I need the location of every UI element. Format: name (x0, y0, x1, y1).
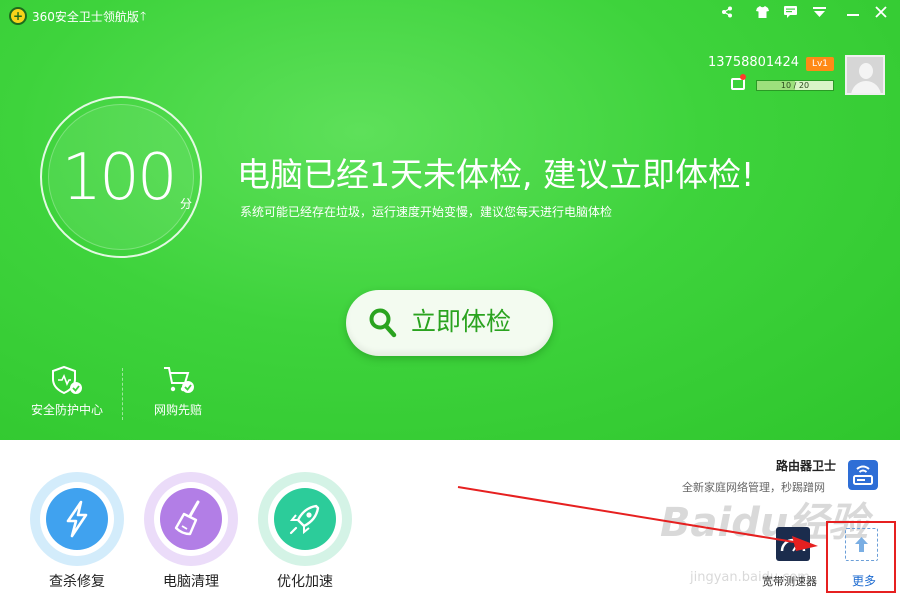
more-button[interactable] (845, 528, 878, 561)
upgrade-arrow-icon[interactable]: 🡑 (140, 7, 146, 28)
router-guard-title[interactable]: 路由器卫士 (776, 457, 836, 474)
headline: 电脑已经1天未体检, 建议立即体检! (237, 155, 755, 194)
pc-cleanup-tool[interactable] (144, 472, 238, 566)
speed-up-tool[interactable] (258, 472, 352, 566)
speed-up-label: 优化加速 (277, 574, 333, 590)
score-unit: 分 (180, 197, 193, 211)
shortcut-divider (122, 368, 123, 420)
share-icon[interactable] (716, 4, 738, 24)
rocket-icon (289, 504, 320, 535)
upload-arrow-icon (855, 537, 868, 552)
avatar[interactable] (845, 55, 885, 95)
pc-cleanup-label: 电脑清理 (163, 574, 219, 590)
title-bar: + 360安全卫士领航版 🡑 (0, 0, 900, 30)
pc-cleanup-core (160, 488, 222, 550)
avatar-head (859, 63, 873, 79)
notification-dot (740, 74, 746, 80)
cart-check-icon (164, 367, 194, 393)
shirt-icon[interactable] (751, 4, 773, 24)
router-icon[interactable] (848, 460, 878, 490)
speed-up-core (274, 488, 336, 550)
experience-bar: 10 / 20 (756, 80, 834, 91)
shopping-compensation-shortcut[interactable]: 网购先赔 (128, 365, 228, 418)
security-center-label: 安全防护中心 (30, 403, 103, 417)
speed-test-label[interactable]: 宽带测速器 (762, 573, 817, 589)
security-center-shortcut[interactable]: 安全防护中心 (17, 365, 117, 418)
lightning-icon (66, 500, 88, 538)
score-value: 100 (61, 141, 177, 215)
shopping-compensation-label: 网购先赔 (153, 403, 202, 417)
virus-scan-tool[interactable] (30, 472, 124, 566)
avatar-body (851, 81, 881, 93)
app-title: 360安全卫士领航版 (32, 10, 139, 24)
more-label[interactable]: 更多 (852, 572, 876, 589)
account-phone[interactable]: 13758801424 (708, 55, 799, 70)
speedometer-icon[interactable] (776, 527, 810, 561)
app-logo-icon: + (9, 7, 27, 25)
experience-text: 10 / 20 (780, 81, 810, 90)
level-badge[interactable]: Lv1 (806, 57, 834, 71)
check-now-label: 立即体检 (411, 307, 512, 336)
search-icon (369, 308, 397, 338)
broom-icon (174, 500, 200, 536)
check-now-button[interactable]: 立即体检 (346, 290, 553, 356)
menu-icon[interactable] (808, 4, 830, 24)
shield-check-icon (52, 365, 82, 395)
virus-scan-core (46, 488, 108, 550)
chat-icon[interactable] (779, 4, 801, 24)
subline: 系统可能已经存在垃圾，运行速度开始变慢，建议您每天进行电脑体检 (240, 205, 613, 219)
close-icon[interactable] (870, 4, 892, 24)
main-panel: + 360安全卫士领航版 🡑 13758801424 Lv1 10 / 20 1… (0, 0, 900, 440)
virus-scan-label: 查杀修复 (49, 574, 105, 590)
minimize-icon[interactable] (842, 4, 864, 24)
